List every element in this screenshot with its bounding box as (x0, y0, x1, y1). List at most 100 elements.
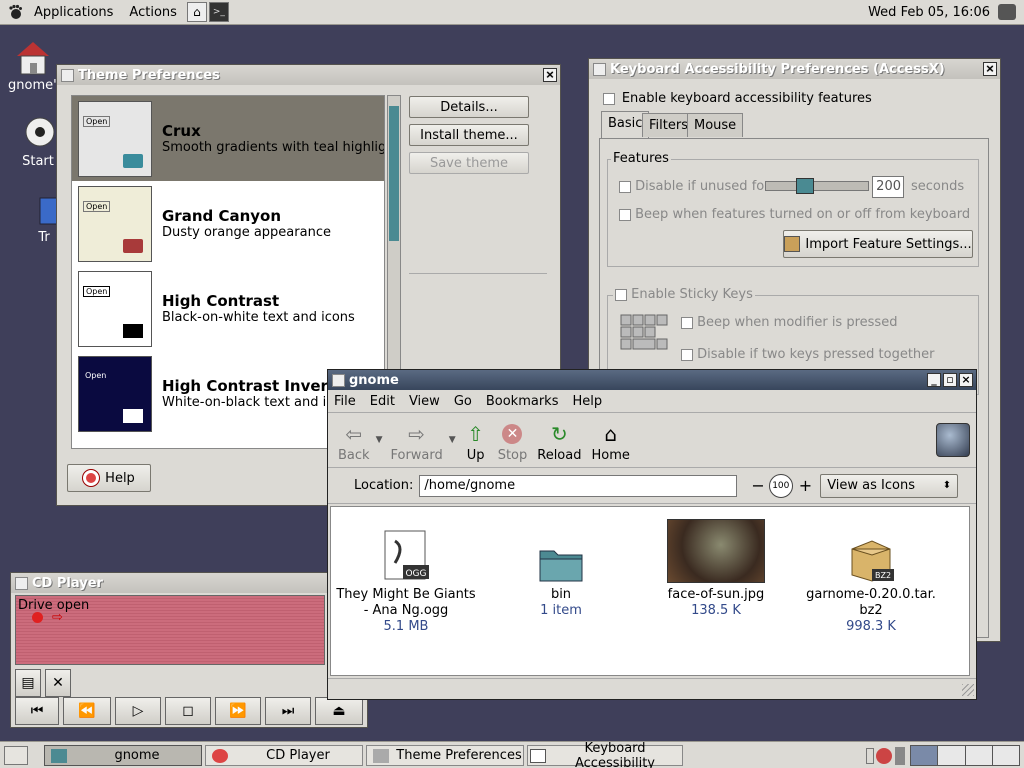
save-theme-button[interactable]: Save theme (409, 152, 529, 174)
forward-button[interactable]: ⇨ Forward (390, 422, 442, 463)
beep-features-row[interactable]: Beep when features turned on or off from… (619, 207, 970, 222)
workspace-1[interactable] (911, 746, 939, 765)
import-feature-settings-button[interactable]: Import Feature Settings... (783, 230, 973, 258)
tray-handle[interactable] (866, 748, 874, 764)
stop-icon[interactable]: ◻ (165, 697, 211, 725)
unused-timeout-spinbutton[interactable]: 200 (872, 176, 904, 198)
file-item[interactable]: face-of-sun.jpg 138.5 K (641, 513, 791, 619)
cd-player-titlebar[interactable]: CD Player (11, 573, 367, 593)
minimize-icon[interactable]: _ (927, 373, 941, 387)
beep-modifier-checkbox[interactable] (681, 316, 693, 329)
desktop-trash-icon[interactable]: Tr (30, 190, 59, 245)
window-menu-icon[interactable] (61, 68, 74, 82)
file-item[interactable]: BZ2 garnome-0.20.0.tar. bz2 998.3 K (796, 513, 946, 635)
beep-modifier-row[interactable]: Beep when modifier is pressed (681, 315, 897, 330)
slider-thumb[interactable] (796, 178, 814, 194)
previous-track-icon[interactable]: ⏮ (15, 697, 59, 725)
window-menu-icon[interactable] (332, 373, 345, 387)
enable-accessibility-row[interactable]: Enable keyboard accessibility features (603, 91, 872, 106)
stop-button[interactable]: ✕ Stop (498, 422, 527, 463)
zoom-in-icon[interactable]: + (799, 476, 812, 495)
desktop-home-icon[interactable]: gnome's (8, 38, 63, 93)
reload-button[interactable]: ↻ Reload (537, 422, 581, 463)
theme-row-crux[interactable]: Open Crux Smooth gradients with teal hig… (72, 96, 384, 181)
window-menu-icon[interactable] (15, 576, 28, 590)
gnome-foot-icon[interactable] (4, 1, 26, 23)
sticky-keys-checkbox[interactable] (615, 288, 627, 301)
close-icon[interactable]: × (959, 373, 973, 387)
details-button[interactable]: Details... (409, 96, 529, 118)
workspace-switcher[interactable] (910, 745, 1020, 766)
task-cd-player[interactable]: CD Player (205, 745, 363, 766)
up-button[interactable]: ⇧ Up (464, 422, 488, 463)
close-icon[interactable]: × (983, 62, 997, 76)
task-gnome[interactable]: gnome (44, 745, 202, 766)
disable-unused-row[interactable]: Disable if unused for: (619, 179, 774, 194)
applications-menu[interactable]: Applications (26, 0, 121, 25)
next-track-icon[interactable]: ⏭ (265, 697, 311, 725)
menu-help[interactable]: Help (572, 394, 602, 409)
theme-row-grand-canyon[interactable]: Open Grand Canyon Dusty orange appearanc… (72, 181, 384, 266)
tab-mouse[interactable]: Mouse (687, 113, 744, 137)
fast-forward-icon[interactable]: ⏩ (215, 697, 261, 725)
tray-icon[interactable] (998, 4, 1016, 20)
install-theme-button[interactable]: Install theme... (409, 124, 529, 146)
file-item[interactable]: bin 1 item (486, 513, 636, 619)
back-button[interactable]: ⇦ Back (338, 422, 370, 463)
track-editor-icon[interactable]: ▤ (15, 669, 41, 697)
home-label: Home (591, 448, 630, 463)
task-keyboard-accessibility[interactable]: Keyboard Accessibility (527, 741, 683, 768)
home-launcher-icon[interactable]: ⌂ (186, 2, 207, 22)
rewind-icon[interactable]: ⏪ (63, 697, 111, 725)
disable-two-keys-row[interactable]: Disable if two keys pressed together (681, 347, 935, 362)
menu-bookmarks[interactable]: Bookmarks (486, 394, 559, 409)
menu-go[interactable]: Go (454, 394, 472, 409)
kbd-titlebar[interactable]: Keyboard Accessibility Preferences (Acce… (589, 59, 1000, 79)
close-icon[interactable]: × (543, 68, 557, 82)
sticky-keys-row[interactable]: Enable Sticky Keys (613, 287, 755, 302)
enable-accessibility-checkbox[interactable] (603, 92, 615, 105)
help-button[interactable]: Help (67, 464, 151, 492)
workspace-2[interactable] (938, 746, 966, 765)
icon-view[interactable]: OGG They Might Be Giants - Ana Ng.ogg 5.… (330, 506, 970, 676)
menu-view[interactable]: View (409, 394, 440, 409)
show-desktop-icon[interactable] (4, 746, 28, 765)
location-input[interactable]: /home/gnome (419, 474, 738, 497)
menu-file[interactable]: File (334, 394, 356, 409)
terminal-launcher-icon[interactable]: >_ (208, 2, 229, 22)
file-manager-titlebar[interactable]: gnome _ ▫ × (328, 370, 976, 390)
beep-features-checkbox[interactable] (619, 208, 631, 221)
disable-unused-checkbox[interactable] (619, 180, 631, 193)
resize-grip-icon[interactable] (962, 684, 974, 696)
theme-prefs-titlebar[interactable]: Theme Preferences × (57, 65, 560, 85)
disable-two-keys-checkbox[interactable] (681, 348, 693, 361)
window-menu-icon[interactable] (593, 62, 606, 76)
maximize-icon[interactable]: ▫ (943, 373, 957, 387)
zoom-level[interactable]: 100 (768, 473, 793, 498)
preferences-tools-icon[interactable]: ✕ (45, 669, 71, 697)
eject-icon[interactable]: ⏏ (315, 697, 363, 725)
theme-desc: Dusty orange appearance (162, 225, 331, 240)
menu-edit[interactable]: Edit (370, 394, 395, 409)
desktop-start-icon[interactable]: Start (18, 114, 58, 169)
home-button[interactable]: ⌂ Home (591, 422, 629, 463)
panel-clock[interactable]: Wed Feb 05, 16:06 (868, 0, 990, 25)
file-manager-window: gnome _ ▫ × File Edit View Go Bookmarks … (327, 369, 977, 700)
bottom-panel: gnome CD Player Theme Preferences Keyboa… (0, 741, 1024, 768)
zoom-out-icon[interactable]: − (751, 476, 764, 495)
play-icon[interactable]: ▷ (115, 697, 161, 725)
unused-timeout-slider[interactable] (765, 178, 869, 194)
theme-row-high-contrast[interactable]: Open High Contrast Black-on-white text a… (72, 266, 384, 351)
back-history-dropdown-icon[interactable]: ▼ (376, 435, 383, 445)
details-label: Details... (440, 99, 498, 115)
import-label: Import Feature Settings... (805, 236, 972, 252)
workspace-3[interactable] (965, 746, 993, 765)
actions-menu[interactable]: Actions (121, 0, 185, 25)
file-item[interactable]: OGG They Might Be Giants - Ana Ng.ogg 5.… (331, 513, 481, 635)
task-theme-preferences[interactable]: Theme Preferences (366, 745, 524, 766)
forward-history-dropdown-icon[interactable]: ▼ (449, 435, 456, 445)
scrollbar-thumb[interactable] (389, 106, 399, 241)
cd-tray-icon[interactable] (876, 748, 892, 764)
workspace-4[interactable] (992, 746, 1019, 765)
view-as-dropdown[interactable]: View as Icons ⬍ (820, 473, 959, 498)
